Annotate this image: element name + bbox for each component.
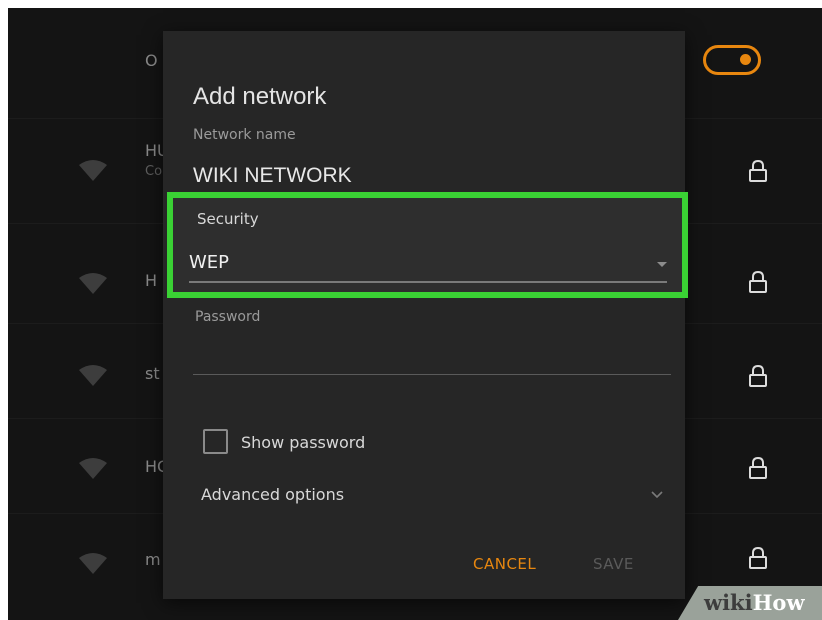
advanced-options-toggle[interactable]: Advanced options <box>201 485 344 504</box>
lock-icon <box>749 546 767 569</box>
wifi-icon <box>79 458 107 479</box>
wifi-icon <box>79 365 107 386</box>
network-name-partial: HU <box>145 141 165 160</box>
settings-screen: O HU Co H st HC m Add network Network na… <box>8 8 822 620</box>
dropdown-caret-icon[interactable] <box>657 262 667 267</box>
network-name-partial: m <box>145 550 161 569</box>
lock-icon <box>749 270 767 293</box>
network-name-partial: HC <box>145 457 165 476</box>
wifi-icon <box>79 273 107 294</box>
security-dropdown-highlight: Security WEP <box>167 192 688 298</box>
chevron-down-icon[interactable] <box>647 484 667 504</box>
save-button[interactable]: SAVE <box>593 555 634 573</box>
network-name-label: Network name <box>193 127 296 143</box>
lock-icon <box>749 456 767 479</box>
watermark-wiki: wiki <box>704 590 753 615</box>
network-name-field[interactable]: WIKI NETWORK <box>193 164 352 188</box>
wifi-icon <box>79 160 107 181</box>
show-password-checkbox[interactable] <box>203 429 228 454</box>
network-name-partial: H <box>145 271 158 290</box>
wikihow-watermark: wikiHow <box>704 590 805 615</box>
cancel-button[interactable]: CANCEL <box>473 555 536 573</box>
wifi-toggle[interactable] <box>703 45 761 75</box>
lock-icon <box>749 364 767 387</box>
wifi-icon <box>79 553 107 574</box>
toggle-knob <box>740 54 751 65</box>
add-network-dialog: Add network Network name WIKI NETWORK Se… <box>163 31 688 599</box>
network-name-partial: st <box>145 364 160 383</box>
security-underline <box>189 281 667 283</box>
dialog-title: Add network <box>193 83 327 110</box>
watermark-how: How <box>752 590 805 615</box>
security-dropdown[interactable]: WEP <box>189 252 229 273</box>
lock-icon <box>749 159 767 182</box>
password-label: Password <box>195 309 261 325</box>
security-label: Security <box>197 210 259 228</box>
password-input[interactable] <box>193 339 671 375</box>
network-status-partial: Co <box>145 164 163 179</box>
background-row-label: O <box>145 51 158 70</box>
show-password-label[interactable]: Show password <box>241 433 365 452</box>
